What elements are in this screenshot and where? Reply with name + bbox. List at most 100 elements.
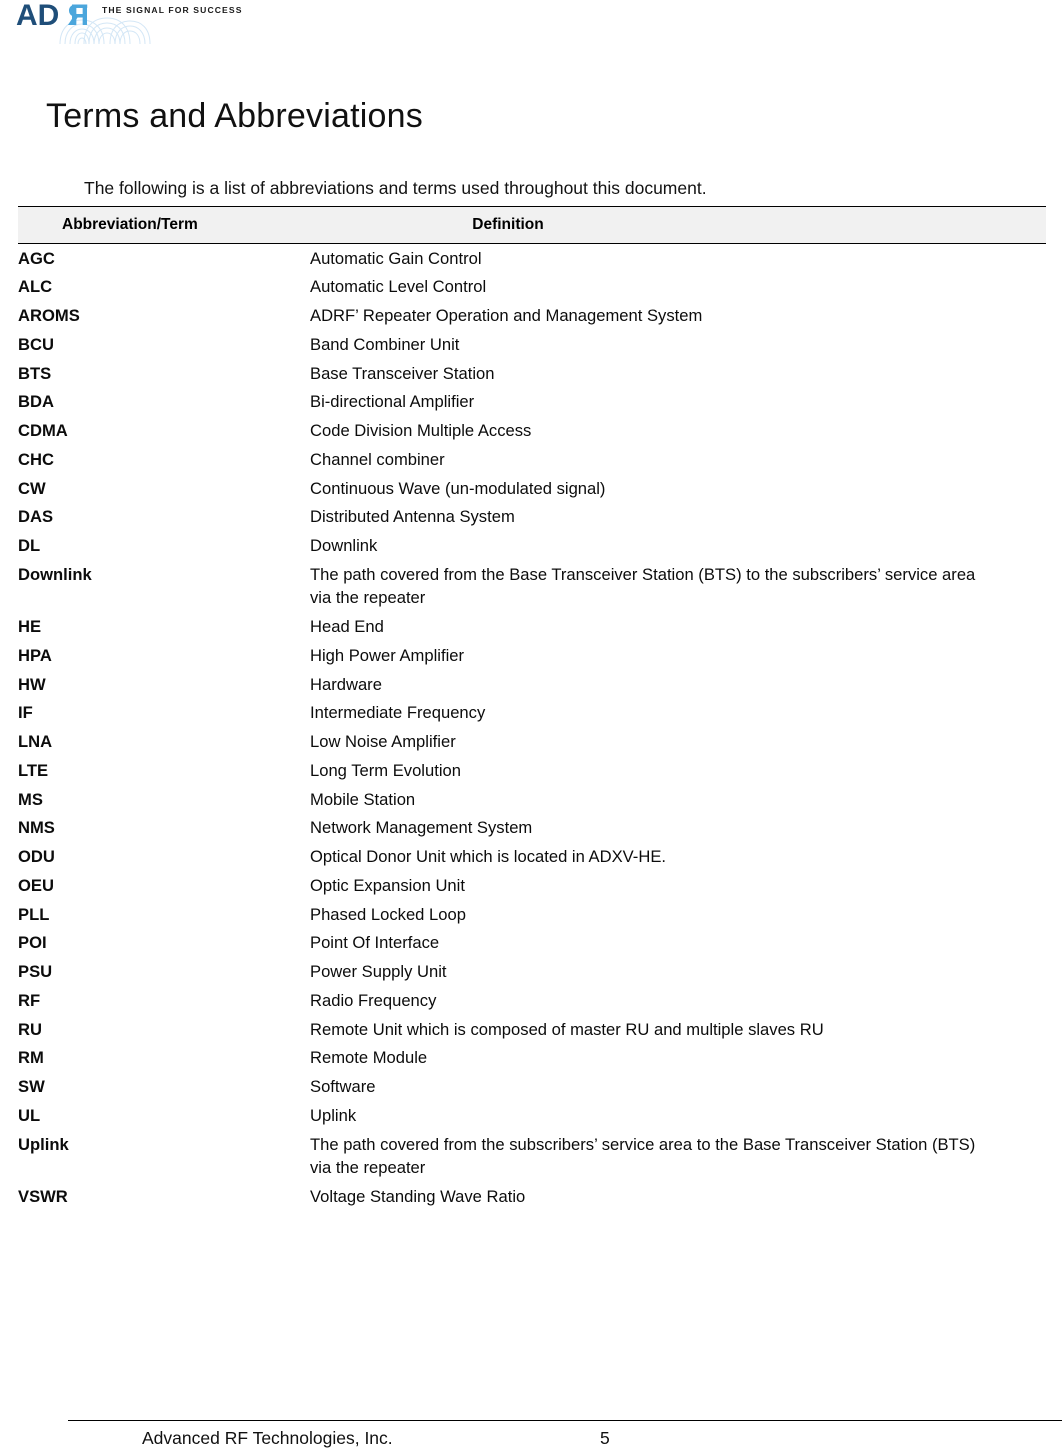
term-cell: HPA: [18, 645, 52, 665]
footer-page-number: 5: [600, 1428, 610, 1448]
definition-line: The path covered from the subscribers’ s…: [310, 1134, 976, 1154]
table-row: CW Continuous Wave (un-modulated signal): [18, 474, 1046, 503]
table-row: HE Head End: [18, 613, 1046, 642]
definition-line: Band Combiner Unit: [310, 334, 460, 354]
definition-cell: Band Combiner Unit: [310, 330, 1046, 359]
term-cell: POI: [18, 933, 47, 953]
term-cell: BDA: [18, 392, 54, 412]
definition-line: Downlink: [310, 536, 378, 556]
terms-table-head: Abbreviation/Term Definition: [18, 206, 1046, 244]
definition-line: Point Of Interface: [310, 933, 440, 953]
page-footer: Advanced RF Technologies, Inc. 5: [0, 1390, 1062, 1456]
term-cell: HW: [18, 674, 46, 694]
table-row: MS Mobile Station: [18, 785, 1046, 814]
table-row: RM Remote Module: [18, 1044, 1046, 1073]
table-header-row: Abbreviation/Term Definition: [18, 206, 1046, 244]
term-cell: PSU: [18, 962, 53, 982]
table-row: NMS Network Management System: [18, 814, 1046, 843]
table-row: CDMA Code Division Multiple Access: [18, 417, 1046, 446]
page-title: Terms and Abbreviations: [46, 96, 423, 135]
terms-table-container: Abbreviation/Term Definition AGC Automati…: [18, 206, 1046, 1211]
definition-cell: Head End: [310, 613, 1046, 642]
definition-line: Uplink: [310, 1105, 357, 1125]
term-cell: MS: [18, 789, 43, 809]
definition-cell: Mobile Station: [310, 785, 1046, 814]
term-cell: UL: [18, 1105, 41, 1125]
table-row: HPA High Power Amplifier: [18, 641, 1046, 670]
term-cell: LNA: [18, 732, 53, 752]
definition-line: Base Transceiver Station: [310, 363, 495, 383]
term-cell: CW: [18, 478, 46, 498]
term-cell: AROMS: [18, 306, 80, 326]
definition-cell: Network Management System: [310, 814, 1046, 843]
definition-cell: High Power Amplifier: [310, 641, 1046, 670]
term-cell: OEU: [18, 875, 54, 895]
definition-cell: Power Supply Unit: [310, 958, 1046, 987]
definition-line: ADRF’ Repeater Operation and Management …: [310, 306, 703, 326]
definition-line: Automatic Gain Control: [310, 248, 482, 268]
definition-cell: Radio Frequency: [310, 986, 1046, 1015]
column-header-definition: Definition: [310, 206, 1046, 244]
definition-cell: Channel combiner: [310, 445, 1046, 474]
table-row: IF Intermediate Frequency: [18, 699, 1046, 728]
term-cell: RF: [18, 990, 41, 1010]
term-cell: CHC: [18, 449, 54, 469]
table-row: AROMS ADRF’ Repeater Operation and Manage…: [18, 302, 1046, 331]
definition-cell: Intermediate Frequency: [310, 699, 1046, 728]
definition-cell: Code Division Multiple Access: [310, 417, 1046, 446]
term-cell: CDMA: [18, 421, 68, 441]
page-header: AD R F THE SIGNAL FOR SUCCESS: [0, 0, 1062, 52]
table-row: Uplink The path covered from the subscrib…: [18, 1130, 1046, 1182]
definition-cell: Software: [310, 1073, 1046, 1102]
table-row: ALC Automatic Level Control: [18, 273, 1046, 302]
table-row: DAS Distributed Antenna System: [18, 503, 1046, 532]
definition-cell: Continuous Wave (un-modulated signal): [310, 474, 1046, 503]
table-row: OEU Optic Expansion Unit: [18, 871, 1046, 900]
definition-line: Head End: [310, 617, 384, 637]
table-row: UL Uplink: [18, 1101, 1046, 1130]
definition-line: Voltage Standing Wave Ratio: [310, 1186, 526, 1206]
table-row: AGC Automatic Gain Control: [18, 244, 1046, 273]
definition-line: Network Management System: [310, 818, 533, 838]
term-cell: RM: [18, 1048, 44, 1068]
table-row: PLL Phased Locked Loop: [18, 900, 1046, 929]
definition-cell: Point Of Interface: [310, 929, 1046, 958]
term-cell: BCU: [18, 334, 54, 354]
term-cell: HE: [18, 617, 42, 637]
table-row: RF Radio Frequency: [18, 986, 1046, 1015]
definition-cell: Downlink: [310, 532, 1046, 561]
term-cell: BTS: [18, 363, 52, 383]
definition-cell: Low Noise Amplifier: [310, 728, 1046, 757]
table-row: BTS Base Transceiver Station: [18, 359, 1046, 388]
table-row: BDA Bi-directional Amplifier: [18, 388, 1046, 417]
definition-line: Mobile Station: [310, 789, 416, 809]
table-row: Downlink The path covered from the Base T…: [18, 560, 1046, 612]
definition-cell: Distributed Antenna System: [310, 503, 1046, 532]
definition-line: High Power Amplifier: [310, 645, 465, 665]
definition-line: Remote Unit which is composed of master …: [310, 1019, 824, 1039]
definition-line: Optic Expansion Unit: [310, 875, 465, 895]
definition-line: Channel combiner: [310, 449, 445, 469]
table-row: VSWR Voltage Standing Wave Ratio: [18, 1182, 1046, 1211]
table-row: PSU Power Supply Unit: [18, 958, 1046, 987]
table-row: HW Hardware: [18, 670, 1046, 699]
definition-line: Bi-directional Amplifier: [310, 392, 475, 412]
table-row: BCU Band Combiner Unit: [18, 330, 1046, 359]
definition-line: Continuous Wave (un-modulated signal): [310, 478, 606, 498]
terms-table: Abbreviation/Term Definition AGC Automati…: [18, 206, 1046, 1211]
definition-line-continued: via the repeater: [310, 1158, 426, 1178]
definition-line: Automatic Level Control: [310, 277, 487, 297]
definition-cell: Long Term Evolution: [310, 756, 1046, 785]
logo-rf-mark: R F: [67, 0, 89, 32]
term-cell: ODU: [18, 847, 55, 867]
term-cell: Downlink: [18, 564, 92, 584]
term-cell: NMS: [18, 818, 55, 838]
definition-line: Long Term Evolution: [310, 760, 461, 780]
definition-cell: Phased Locked Loop: [310, 900, 1046, 929]
definition-cell: Bi-directional Amplifier: [310, 388, 1046, 417]
definition-cell: Base Transceiver Station: [310, 359, 1046, 388]
definition-cell: Optical Donor Unit which is located in A…: [310, 843, 1046, 872]
definition-line: Phased Locked Loop: [310, 904, 466, 924]
definition-cell: Automatic Gain Control: [310, 244, 1046, 273]
logo-tagline: THE SIGNAL FOR SUCCESS: [102, 5, 243, 15]
